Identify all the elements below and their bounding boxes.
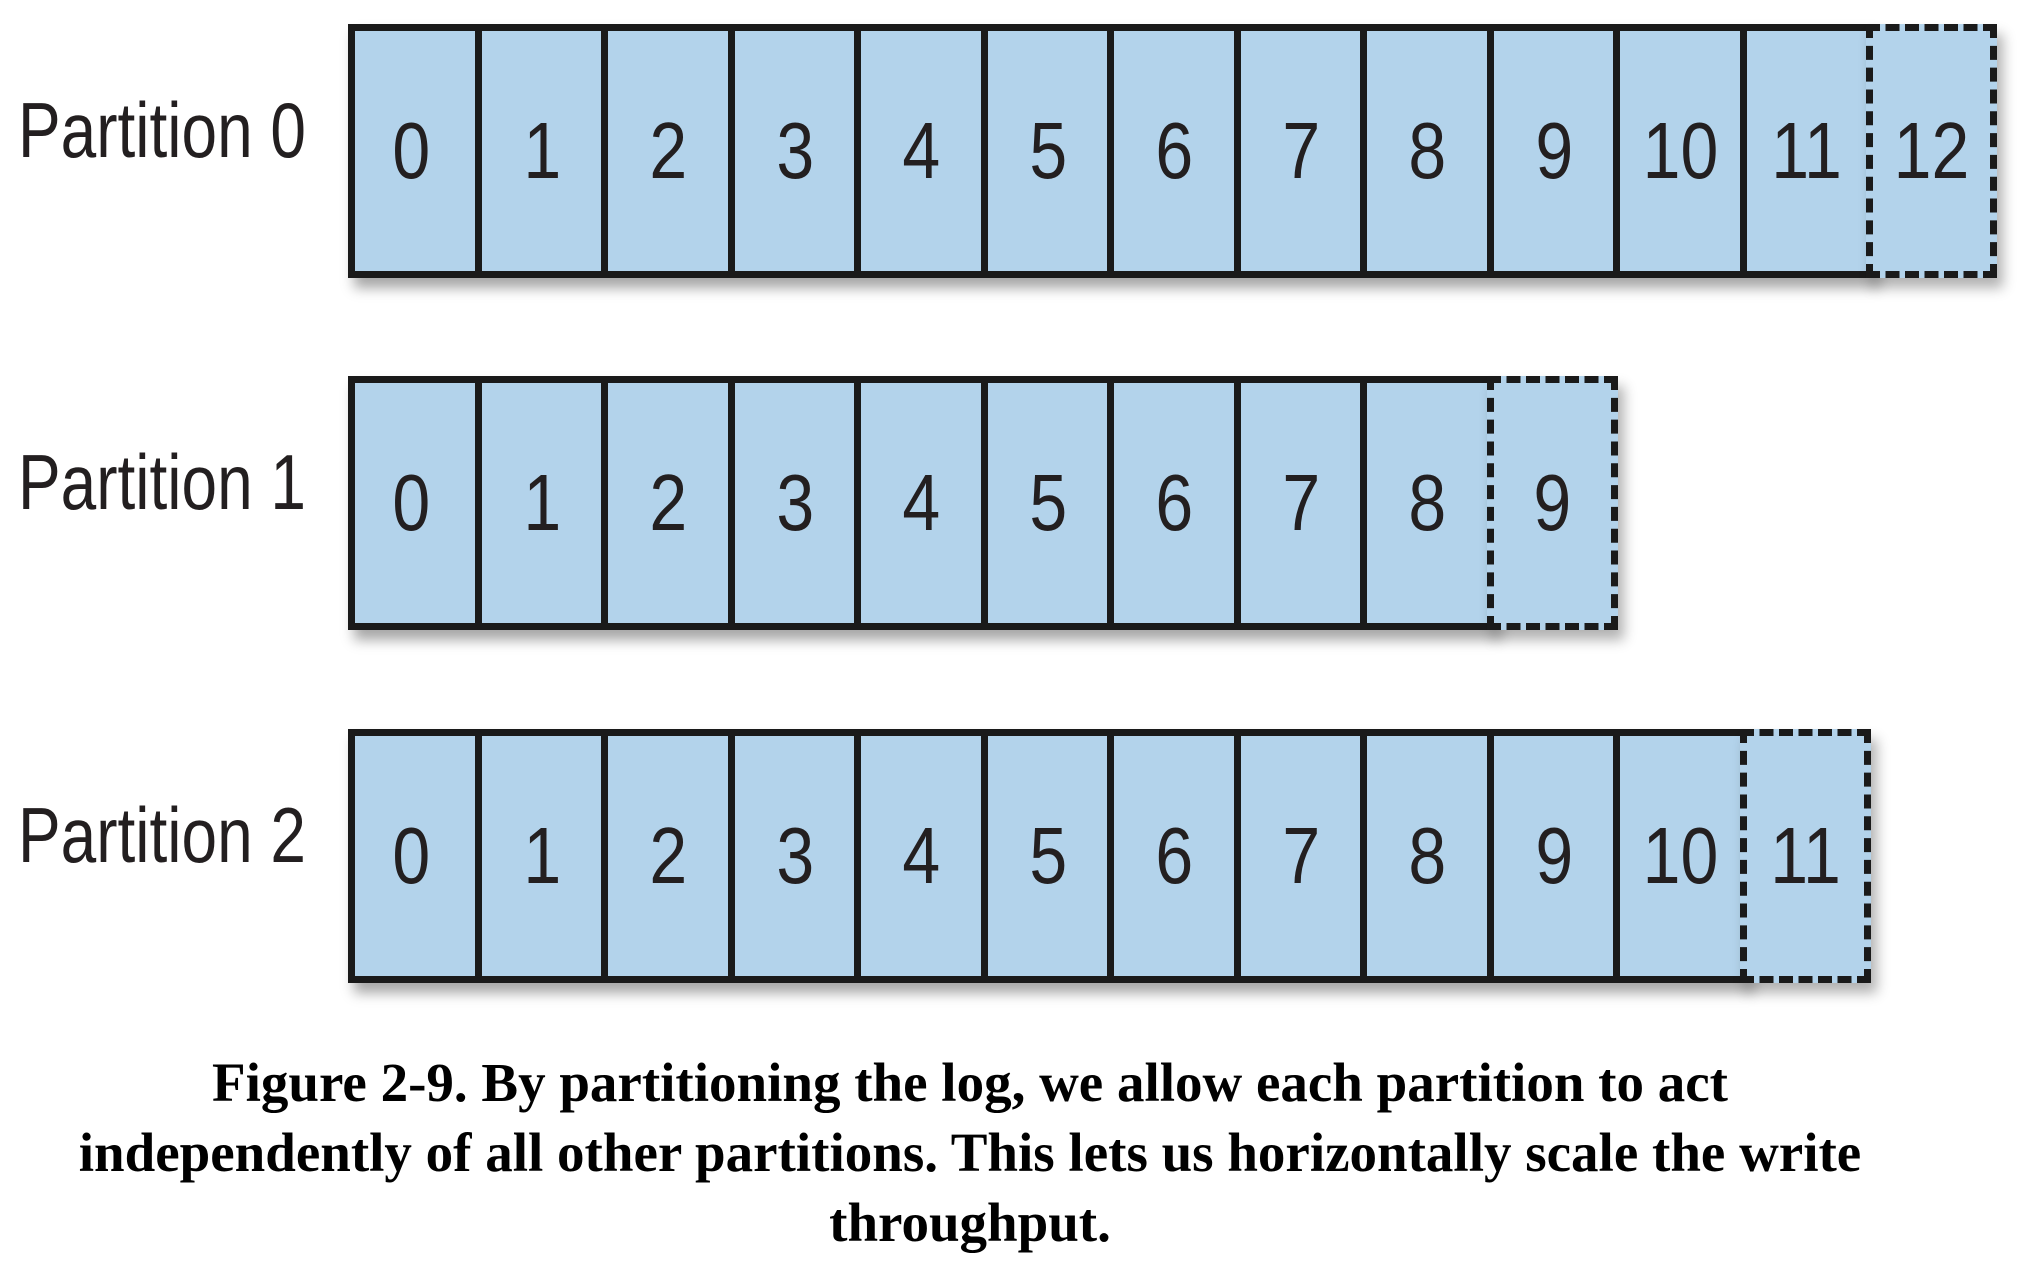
log-cell: 2 bbox=[601, 729, 728, 983]
partition-row: Partition 0 0 1 2 3 4 5 6 7 8 9 10 11 12 bbox=[0, 0, 2022, 278]
log-cell: 4 bbox=[854, 376, 981, 630]
next-offset-cell: 11 bbox=[1740, 729, 1871, 983]
log-cell: 9 bbox=[1487, 24, 1614, 278]
log-cell: 0 bbox=[392, 811, 431, 900]
log-cell: 8 bbox=[1360, 376, 1487, 630]
log-cell: 4 bbox=[854, 24, 981, 278]
next-offset-cell: 9 bbox=[1487, 376, 1618, 630]
log-cell: 7 bbox=[1234, 376, 1361, 630]
log-cell: 6 bbox=[1107, 729, 1234, 983]
log-cell: 9 bbox=[1487, 729, 1614, 983]
log-cell: 8 bbox=[1360, 24, 1487, 278]
log-cell: 10 bbox=[1613, 24, 1740, 278]
partition-label: Partition 1 bbox=[18, 438, 306, 526]
log-cell: 5 bbox=[981, 729, 1108, 983]
log-cell: 0 bbox=[392, 106, 431, 195]
log-cell: 2 bbox=[601, 376, 728, 630]
log-cell: 1 bbox=[475, 729, 602, 983]
log-cell: 1 bbox=[475, 376, 602, 630]
log-cell: 7 bbox=[1234, 24, 1361, 278]
next-offset-cell: 12 bbox=[1866, 24, 1997, 278]
log-cell: 3 bbox=[728, 729, 855, 983]
log-cell: 0 bbox=[392, 458, 431, 547]
log-cell: 7 bbox=[1234, 729, 1361, 983]
log-cell: 2 bbox=[601, 24, 728, 278]
log-cell: 8 bbox=[1360, 729, 1487, 983]
log-cell: 6 bbox=[1107, 24, 1234, 278]
partition-row: Partition 1 0123456789 bbox=[0, 352, 2022, 630]
log-cell: 3 bbox=[728, 376, 855, 630]
log-cell: 11 bbox=[1740, 24, 1867, 278]
log-cell: 1 bbox=[475, 24, 602, 278]
log-cell: 5 bbox=[981, 24, 1108, 278]
figure-caption: Figure 2-9. By partitioning the log, we … bbox=[78, 1052, 1862, 1253]
log-cell: 4 bbox=[854, 729, 981, 983]
log-cell: 10 bbox=[1613, 729, 1740, 983]
log-cell: 5 bbox=[981, 376, 1108, 630]
partition-row: Partition 2 0 1 2 3 4 5 6 7 8 9 10 11 bbox=[0, 705, 2022, 983]
partition-label: Partition 0 bbox=[18, 86, 306, 174]
log-cell: 6 bbox=[1107, 376, 1234, 630]
log-cell: 3 bbox=[728, 24, 855, 278]
partition-label: Partition 2 bbox=[18, 791, 306, 879]
